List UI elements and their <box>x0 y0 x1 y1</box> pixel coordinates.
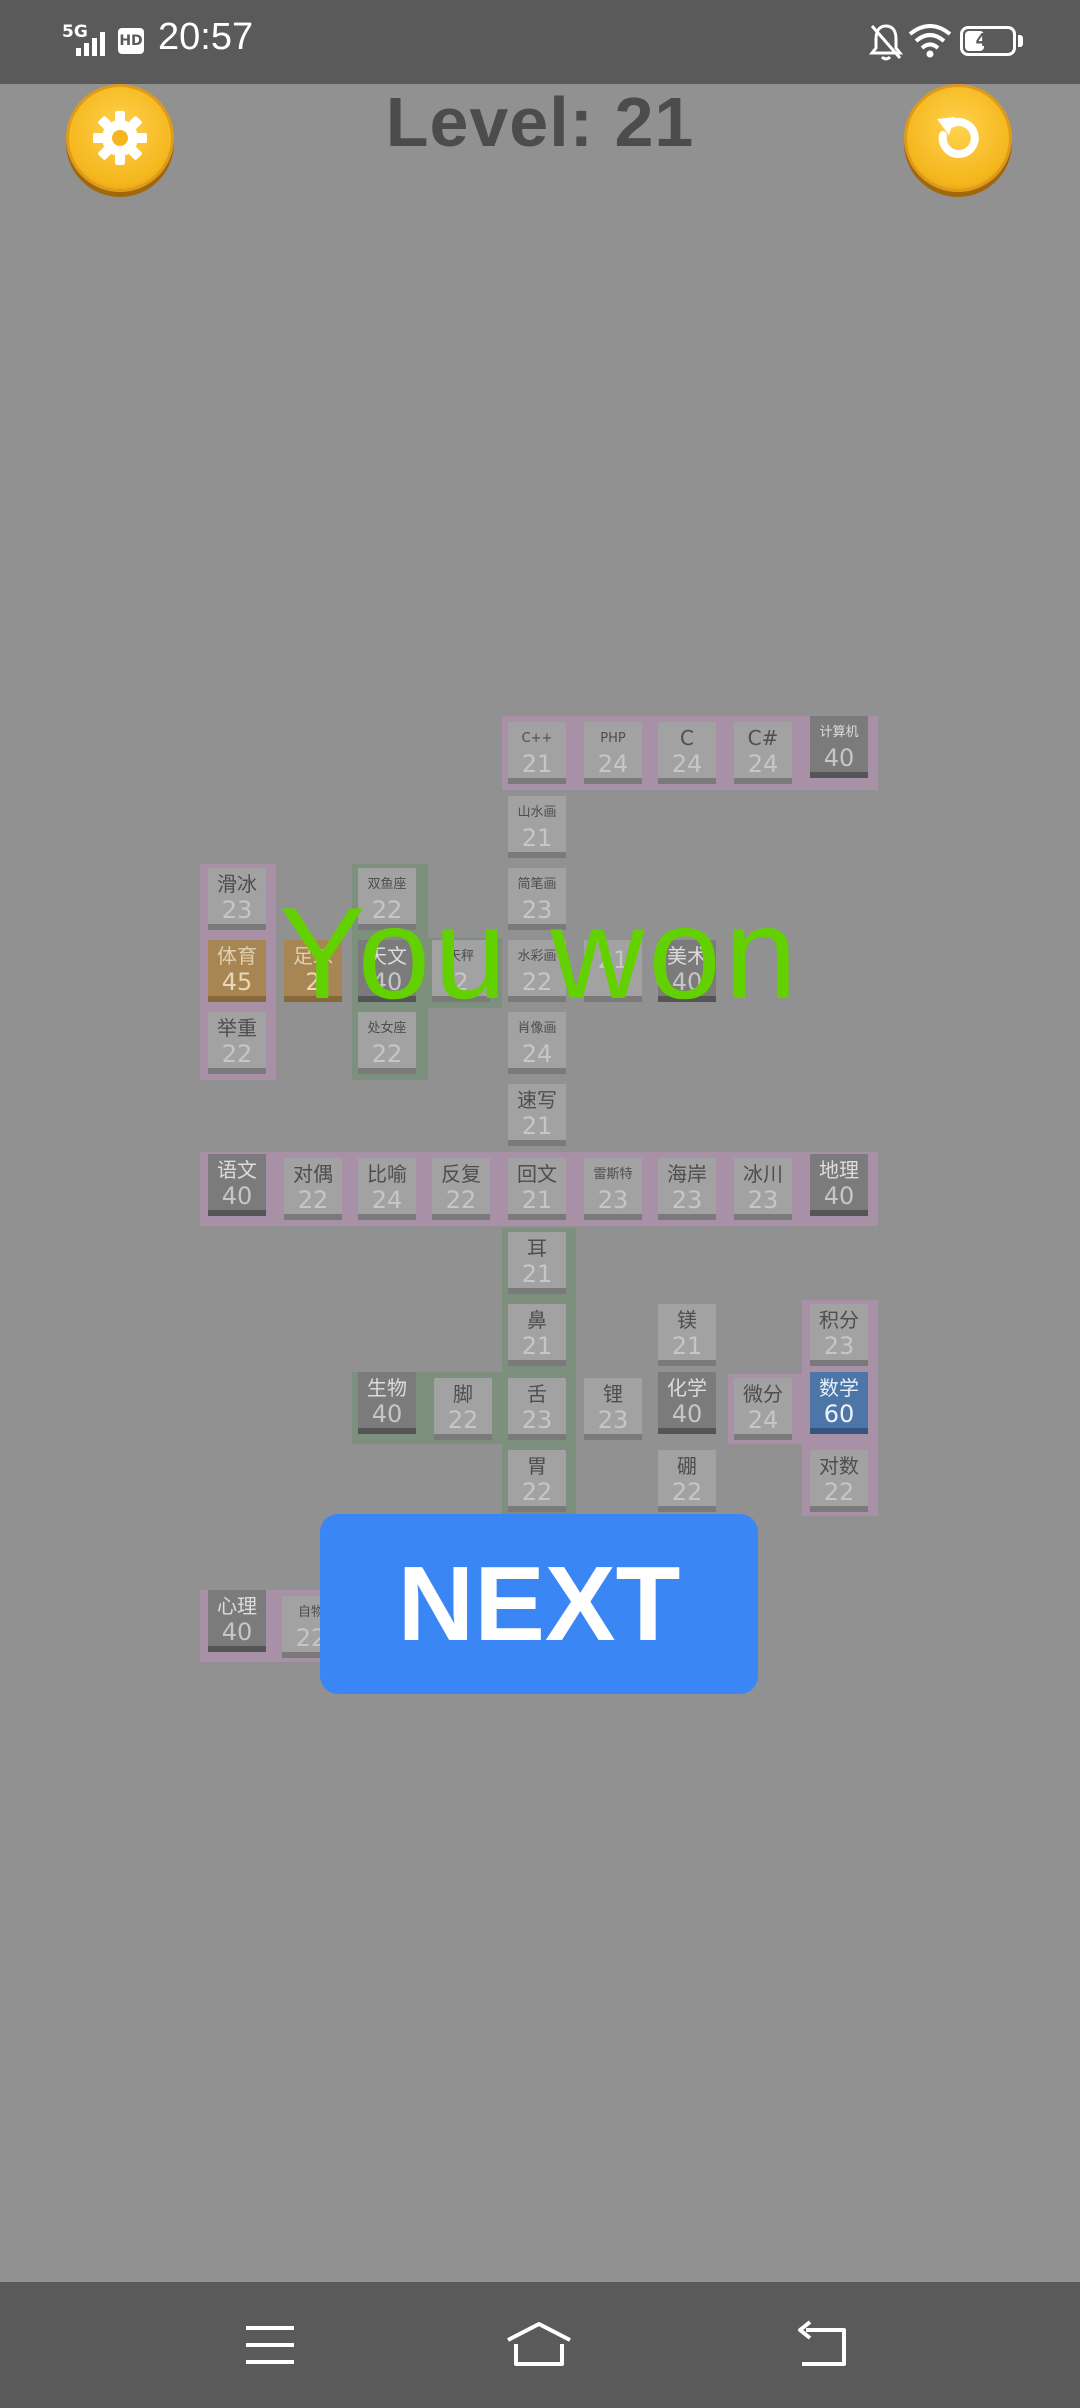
word-tile[interactable]: 比喻 24 <box>358 1158 416 1220</box>
word-tile[interactable]: C 24 <box>658 722 716 784</box>
word-tile[interactable]: 微分 24 <box>734 1378 792 1440</box>
word-tile[interactable]: 舌 23 <box>508 1378 566 1440</box>
category-tile-selected[interactable]: 数学 60 <box>810 1372 868 1434</box>
category-tile[interactable]: 化学 40 <box>658 1372 716 1434</box>
word-tile[interactable]: 雷斯特 23 <box>584 1158 642 1220</box>
word-tile[interactable]: 耳 21 <box>508 1232 566 1294</box>
word-tile[interactable]: 对偶 22 <box>284 1158 342 1220</box>
word-tile[interactable]: PHP 24 <box>584 722 642 784</box>
word-tile[interactable]: 硼 22 <box>658 1450 716 1512</box>
word-tile[interactable]: 胃 22 <box>508 1450 566 1512</box>
word-tile[interactable]: C++ 21 <box>508 722 566 784</box>
battery-icon: 41 <box>960 26 1016 56</box>
restart-icon <box>937 117 979 158</box>
word-tile[interactable]: 冰川 23 <box>734 1158 792 1220</box>
word-tile[interactable]: 山水画 21 <box>508 796 566 858</box>
battery-tip <box>1018 35 1023 47</box>
bell-off-icon <box>868 24 904 61</box>
category-tile[interactable]: 心理 40 <box>208 1590 266 1652</box>
category-tile[interactable]: 计算机 40 <box>810 716 868 778</box>
category-tile[interactable]: 语文 40 <box>208 1154 266 1216</box>
word-tile[interactable]: 锂 23 <box>584 1378 642 1440</box>
word-tile[interactable]: C# 24 <box>734 722 792 784</box>
status-bar: 5G HD 20:57 41 <box>0 0 1080 84</box>
back-icon[interactable] <box>796 2320 852 2370</box>
word-tile[interactable]: 镁 21 <box>658 1304 716 1366</box>
wifi-icon <box>908 24 952 58</box>
home-icon[interactable] <box>504 2320 574 2370</box>
category-tile[interactable]: 地理 40 <box>810 1154 868 1216</box>
hd-icon: HD <box>118 28 144 54</box>
win-message: You won <box>279 880 801 1026</box>
menu-icon[interactable] <box>242 2320 298 2370</box>
next-button[interactable]: NEXT <box>320 1514 758 1694</box>
word-tile[interactable]: 反复 22 <box>432 1158 490 1220</box>
restart-button[interactable] <box>904 84 1012 192</box>
word-tile[interactable]: 积分 23 <box>810 1304 868 1366</box>
signal-bars-icon <box>76 32 105 56</box>
word-tile[interactable]: 对数 22 <box>810 1450 868 1512</box>
word-tile[interactable]: 回文 21 <box>508 1158 566 1220</box>
word-tile[interactable]: 速写 21 <box>508 1084 566 1146</box>
word-tile[interactable]: 脚 22 <box>434 1378 492 1440</box>
category-tile[interactable]: 生物 40 <box>358 1372 416 1434</box>
battery-level: 41 <box>975 30 1001 51</box>
navigation-bar <box>0 2282 1080 2408</box>
clock: 20:57 <box>158 16 254 58</box>
word-tile[interactable]: 海岸 23 <box>658 1158 716 1220</box>
word-tile[interactable]: 鼻 21 <box>508 1304 566 1366</box>
